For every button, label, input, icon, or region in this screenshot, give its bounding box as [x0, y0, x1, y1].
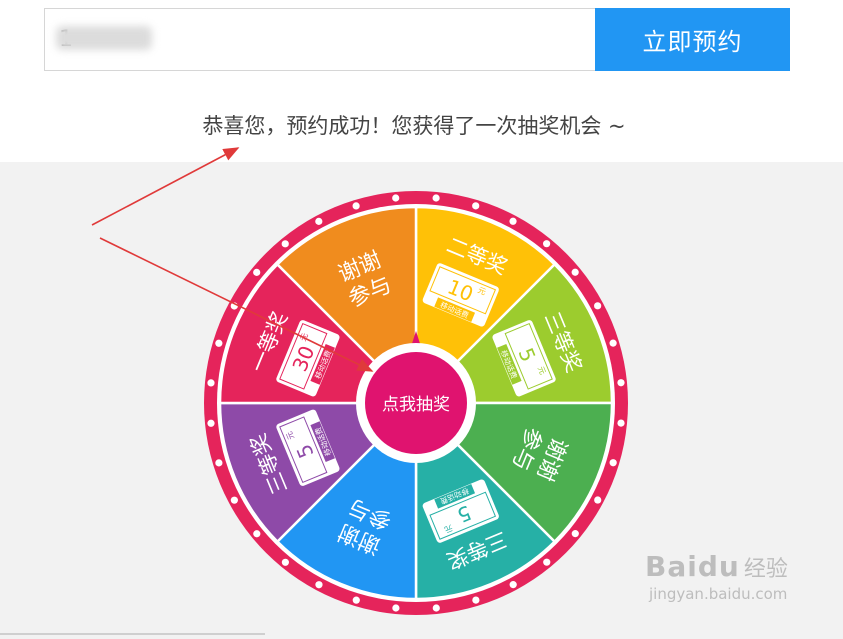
rim-dot — [571, 530, 579, 538]
rim-dot — [432, 194, 440, 202]
rim-dot — [543, 558, 551, 566]
rim-dot — [571, 268, 579, 276]
rim-dot — [315, 581, 323, 589]
baidu-watermark: Baidu 经验 jingyan.baidu.com — [645, 550, 788, 603]
rim-dot — [230, 496, 238, 504]
rim-dot — [215, 339, 223, 347]
rim-dot — [432, 604, 440, 612]
rim-dot — [617, 419, 625, 427]
rim-dot — [594, 302, 602, 310]
bottom-divider — [0, 633, 265, 635]
lottery-wheel: 二等奖10 元移动话费 三等奖5元移动话费谢谢参与三等奖5元移动话费谢谢参与三等奖 5… — [91, 147, 628, 615]
rim-dot — [352, 596, 360, 604]
watermark-cn: 经验 — [743, 557, 788, 582]
rim-dot — [253, 268, 261, 276]
rim-dot — [543, 240, 551, 248]
rim-dot — [207, 419, 215, 427]
rim-dot — [215, 459, 223, 467]
rim-dot — [207, 379, 215, 387]
rim-dot — [609, 339, 617, 347]
rim-dot — [392, 194, 400, 202]
rim-dot — [352, 202, 360, 210]
rim-dot — [392, 604, 400, 612]
rim-dot — [509, 217, 517, 225]
watermark-brand: Baidu — [645, 550, 740, 583]
rim-dot — [281, 240, 289, 248]
rim-dot — [609, 459, 617, 467]
rim-dot — [472, 202, 480, 210]
draw-button-label[interactable]: 点我抽奖 — [382, 395, 450, 415]
rim-dot — [253, 530, 261, 538]
annotation-arrow-to-message — [91, 147, 240, 226]
rim-dot — [617, 379, 625, 387]
rim-dot — [472, 596, 480, 604]
rim-dot — [315, 217, 323, 225]
watermark-url: jingyan.baidu.com — [649, 585, 788, 603]
rim-dot — [281, 558, 289, 566]
rim-dot — [594, 496, 602, 504]
rim-dot — [509, 581, 517, 589]
